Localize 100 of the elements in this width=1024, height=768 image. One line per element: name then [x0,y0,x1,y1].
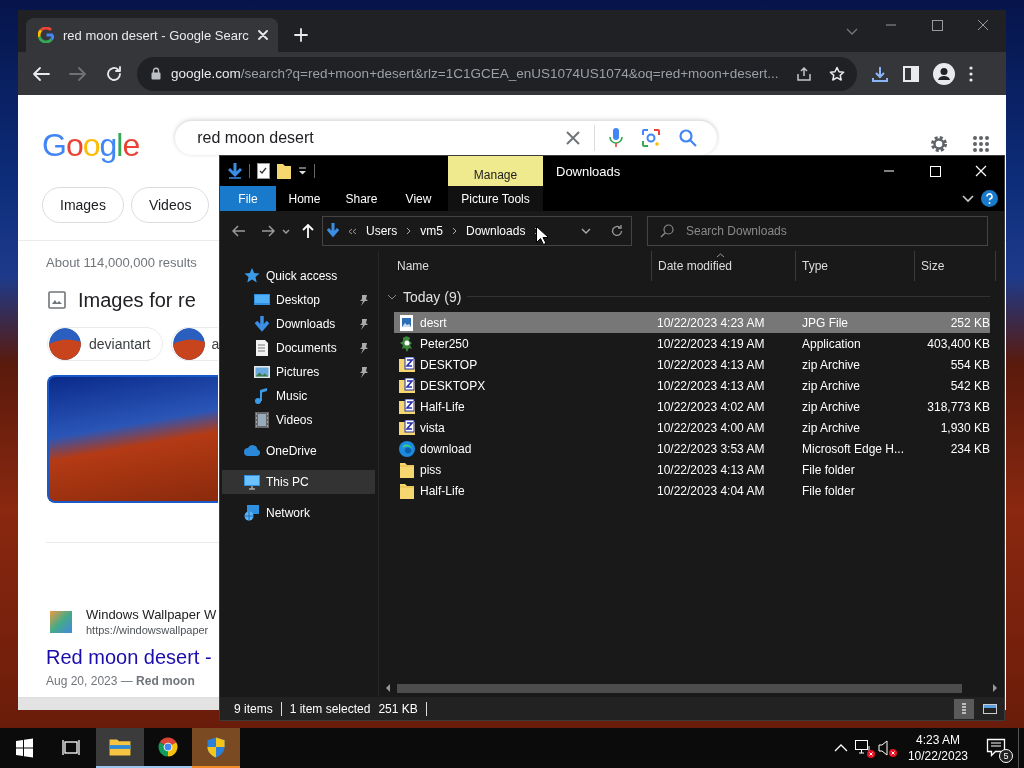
chevron-down-icon[interactable] [282,228,290,234]
file-menu-button[interactable]: File [220,186,276,211]
file-row[interactable]: DESKTOPX 10/22/2023 4:13 AM zip Archive 542 KB [394,375,990,396]
result-url[interactable]: https://windowswallpaper [86,624,217,636]
google-logo[interactable]: Google [42,127,140,161]
browser-tab[interactable]: red moon desert - Google Searc [26,18,278,52]
notification-icon[interactable] [986,738,1008,758]
ribbon-tab[interactable]: Share [333,186,390,211]
close-icon[interactable] [257,30,268,40]
nav-item[interactable]: OneDrive [222,439,375,463]
bookmark-star-icon[interactable] [829,65,845,82]
back-arrow-icon[interactable] [232,225,246,237]
cloud-icon [244,443,260,459]
column-header[interactable]: Size [915,251,996,281]
microphone-icon[interactable] [609,128,624,148]
column-header[interactable]: Date modified [652,251,796,281]
column-header[interactable]: Type [796,251,915,281]
chevron-right-icon[interactable] [452,227,457,235]
up-arrow-icon[interactable] [302,224,314,238]
reload-icon[interactable] [106,65,122,82]
chevron-right-icon[interactable] [406,227,412,235]
image-filter-chip[interactable]: a [171,327,219,361]
scrollbar-thumb[interactable] [397,683,962,693]
file-row[interactable]: Half-Life 10/22/2023 4:02 AM zip Archive 318,773 KB [394,396,990,417]
date-cell: 10/22/2023 4:13 AM [657,462,765,477]
google-favicon-icon [38,27,54,43]
share-icon[interactable] [795,65,813,82]
folder-icon[interactable] [277,163,291,179]
file-row[interactable]: desrt 10/22/2023 4:23 AM JPG File 252 KB [394,312,990,333]
settings-icon[interactable] [928,133,950,155]
nav-item[interactable]: Quick access [222,264,375,288]
file-row[interactable]: vista 10/22/2023 4:00 AM zip Archive 1,930 KB [394,417,990,438]
contextual-tab-header[interactable]: Manage [448,156,543,186]
more-menu-icon[interactable] [969,65,973,82]
address-bar[interactable]: google.com/search?q=red+moon+desert&rlz=1C1GCEA_enUS1074US1074&oq=red+moon+desert... [137,56,857,91]
search-field[interactable]: Search Downloads [647,216,988,246]
scroll-left-icon[interactable] [385,684,391,692]
size-cell: 1,930 KB [940,420,990,435]
checklist-icon[interactable] [257,163,270,179]
item-count: 9 items [234,701,282,716]
double-chevron-icon[interactable] [348,227,357,235]
search-icon[interactable] [679,129,698,147]
search-input[interactable]: Search Downloads [684,223,987,239]
type-cell: zip Archive [802,357,861,372]
ribbon-tab[interactable]: View [390,186,447,211]
group-header[interactable]: Today (9) [403,288,462,305]
window-title: Downloads [556,163,621,179]
chevron-down-icon[interactable] [581,228,591,234]
result-link[interactable]: Red moon desert - [46,646,212,669]
filter-chip[interactable]: Images [42,187,124,223]
clock[interactable]: 4:23 AM 10/22/2023 [899,728,976,768]
address-bar[interactable]: Users vm5 Downloads [322,216,632,246]
new-tab-icon[interactable] [294,28,308,42]
column-header[interactable]: Name [391,251,652,281]
nav-item[interactable]: Downloads [222,312,375,336]
nav-item[interactable]: Music [222,384,375,408]
apps-grid-icon[interactable] [972,135,990,153]
download-arrow-icon[interactable] [228,163,242,179]
horizontal-scrollbar[interactable] [18,697,219,710]
site-favicon-icon [50,610,72,633]
date-cell: 10/22/2023 4:19 AM [657,336,765,351]
side-panel-icon[interactable] [903,65,919,82]
size-cell: 318,773 KB [927,399,990,414]
folder-icon[interactable] [96,728,144,768]
profile-icon[interactable] [933,62,955,85]
dropdown-icon[interactable] [298,167,307,175]
size-cell: 542 KB [950,378,990,393]
nav-item[interactable]: Pictures [222,360,375,384]
help-icon[interactable] [981,190,998,207]
image-filter-chip[interactable]: deviantart [47,327,164,361]
size-cell: 252 KB [950,315,990,330]
scroll-right-icon[interactable] [992,684,998,692]
clear-icon[interactable] [566,131,581,145]
music-note-icon [254,388,270,404]
file-row[interactable]: piss 10/22/2023 4:13 AM File folder [394,459,990,480]
star-icon [244,268,260,284]
file-name: piss [420,462,442,477]
type-cell: File folder [802,462,855,477]
file-row[interactable]: Peter250 10/22/2023 4:19 AM Application 403,400 KB [394,333,990,354]
nav-item[interactable]: This PC [222,470,375,494]
download-icon[interactable] [871,64,889,83]
file-row[interactable]: download 10/22/2023 3:53 AM Microsoft Edge H... 234 KB [394,438,990,459]
network-icon [244,505,260,521]
nav-item[interactable]: Videos [222,408,375,432]
forward-arrow-icon[interactable] [261,225,275,237]
nav-item[interactable]: Desktop [222,288,375,312]
ribbon-tab[interactable]: Home [276,186,333,211]
nav-item[interactable]: Documents [222,336,375,360]
file-row[interactable]: Half-Life 10/22/2023 4:04 AM File folder [394,480,990,501]
file-row[interactable]: DESKTOP 10/22/2023 4:13 AM zip Archive 554 KB [394,354,990,375]
refresh-icon[interactable] [611,225,623,237]
shield-icon[interactable] [192,728,240,768]
camera-lens-icon[interactable] [641,128,662,148]
chevron-down-icon[interactable] [962,194,974,203]
filter-chip[interactable]: Videos [130,187,210,223]
search-field[interactable]: red moon desert [175,121,718,155]
search-icon [660,224,674,238]
details-view-icon[interactable] [954,698,974,719]
nav-item[interactable]: Network [222,501,375,525]
date-text: 10/22/2023 [907,748,968,764]
